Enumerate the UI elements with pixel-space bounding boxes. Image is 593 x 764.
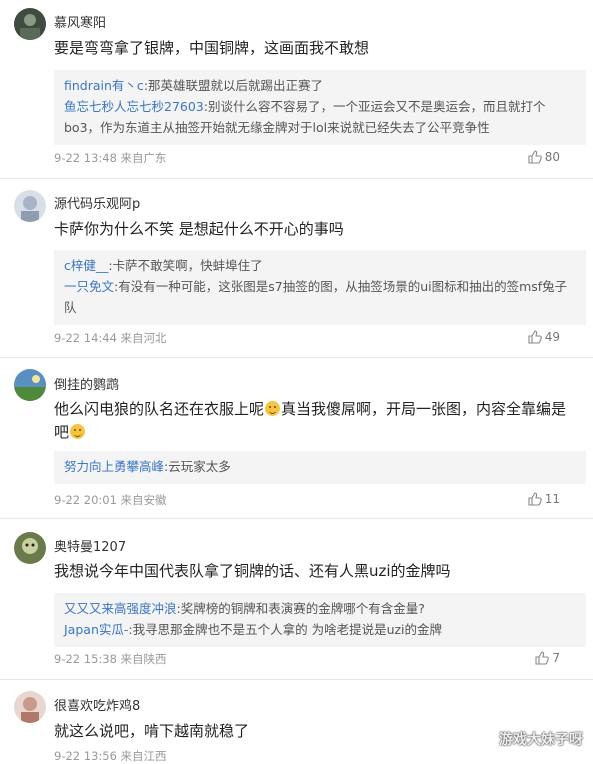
reply-item: 又又又来高强度冲浪:奖牌榜的铜牌和表演赛的金牌哪个有含金量? (64, 601, 425, 616)
reply-list[interactable]: findrain有丶c:那英雄联盟就以后就踢出正赛了 鱼忘七秒人忘七秒27603… (54, 70, 586, 145)
username[interactable]: 很喜欢吃炸鸡8 (54, 695, 140, 714)
comment-meta: 9-22 14:44 来自河北 (54, 331, 167, 345)
comment-3: 倒挂的鹦鹉 他么闪电狼的队名还在衣服上呢 真当我傻屌啊，开局一张图，内容全靠编是吧… (0, 358, 593, 519)
like-button[interactable]: 7 (535, 651, 560, 668)
username[interactable]: 奥特曼1207 (54, 536, 126, 555)
thumbs-up-icon (528, 150, 542, 167)
reply-username[interactable]: 又又又来高强度冲浪 (64, 601, 177, 616)
avatar[interactable] (14, 8, 46, 40)
emoji-icon (70, 424, 86, 439)
thumbs-up-icon (528, 492, 542, 509)
like-count: 80 (544, 150, 560, 164)
reply-text: 那英雄联盟就以后就踢出正赛了 (148, 78, 324, 93)
reply-username[interactable]: Japan实瓜- (64, 622, 128, 637)
reply-list[interactable]: c梓健__:卡萨不敢笑啊，快蚌埠住了 一只免文:有没有一种可能，这张图是s7抽签… (54, 250, 586, 325)
like-button[interactable]: 80 (528, 150, 560, 167)
comment-meta: 9-22 13:48 来自广东 (54, 151, 167, 165)
like-count: 7 (552, 651, 560, 665)
username[interactable]: 源代码乐观阿p (54, 193, 140, 212)
thumbs-up-icon (535, 651, 550, 668)
avatar[interactable] (14, 691, 46, 723)
reply-item: 努力向上勇攀高峰:云玩家太多 (64, 459, 231, 474)
like-button[interactable]: 49 (528, 330, 560, 347)
thumbs-up-icon (528, 330, 542, 347)
comment-text: 卡萨你为什么不笑 是想起什么不开心的事吗 (54, 220, 344, 238)
reply-item: c梓健__:卡萨不敢笑啊，快蚌埠住了 (64, 258, 263, 273)
reply-list[interactable]: 又又又来高强度冲浪:奖牌榜的铜牌和表演赛的金牌哪个有含金量? Japan实瓜-:… (54, 593, 586, 647)
watermark: 游戏大妹子呀 (499, 732, 583, 748)
reply-username[interactable]: c梓健__ (64, 258, 108, 273)
comment-1: 慕风寒阳 要是弯弯拿了银牌，中国铜牌，这画面我不敢想 findrain有丶c:那… (0, 0, 593, 179)
reply-item: 鱼忘七秒人忘七秒27603:别谈什么容不容易了，一个亚运会又不是奥运会，而且就打… (64, 99, 546, 135)
username[interactable]: 慕风寒阳 (54, 12, 106, 31)
reply-text: 奖牌榜的铜牌和表演赛的金牌哪个有含金量? (180, 601, 425, 616)
reply-text: 有没有一种可能，这张图是s7抽签的图，从抽签场景的ui图标和抽出的签msf兔子队 (64, 279, 568, 315)
comment-text: 我想说今年中国代表队拿了铜牌的话、还有人黑uzi的金牌吗 (54, 562, 451, 580)
avatar[interactable] (14, 190, 46, 222)
reply-username[interactable]: 鱼忘七秒人忘七秒27603 (64, 99, 204, 114)
like-button[interactable]: 11 (528, 492, 560, 509)
username[interactable]: 倒挂的鹦鹉 (54, 374, 119, 393)
reply-text: 卡萨不敢笑啊，快蚌埠住了 (112, 258, 263, 273)
reply-item: findrain有丶c:那英雄联盟就以后就踢出正赛了 (64, 78, 324, 93)
avatar[interactable] (14, 369, 46, 401)
emoji-icon (265, 401, 281, 416)
reply-text: 云玩家太多 (168, 459, 231, 474)
comment-meta: 9-22 15:38 来自陕西 (54, 652, 167, 666)
comment-meta: 9-22 20:01 来自安徽 (54, 493, 167, 507)
comment-2: 源代码乐观阿p 卡萨你为什么不笑 是想起什么不开心的事吗 c梓健__:卡萨不敢笑… (0, 179, 593, 358)
comment-meta: 9-22 13:56 来自江西 (54, 749, 167, 763)
avatar[interactable] (14, 532, 46, 564)
like-count: 11 (544, 492, 560, 506)
like-count: 49 (544, 330, 560, 344)
reply-item: Japan实瓜-:我寻思那金牌也不是五个人拿的 为啥老提说是uzi的金牌 (64, 622, 443, 637)
reply-username[interactable]: 努力向上勇攀高峰 (64, 459, 164, 474)
reply-item: 一只免文:有没有一种可能，这张图是s7抽签的图，从抽签场景的ui图标和抽出的签m… (64, 279, 568, 315)
comment-text: 他么闪电狼的队名还在衣服上呢 真当我傻屌啊，开局一张图，内容全靠编是吧 (54, 400, 567, 441)
reply-username[interactable]: 一只免文 (64, 279, 114, 294)
reply-text: 我寻思那金牌也不是五个人拿的 为啥老提说是uzi的金牌 (132, 622, 443, 637)
comment-4: 奥特曼1207 我想说今年中国代表队拿了铜牌的话、还有人黑uzi的金牌吗 又又又… (0, 519, 593, 680)
reply-username[interactable]: findrain有丶c (64, 78, 144, 93)
comment-text: 要是弯弯拿了银牌，中国铜牌，这画面我不敢想 (54, 39, 370, 57)
reply-list[interactable]: 努力向上勇攀高峰:云玩家太多 (54, 451, 586, 484)
